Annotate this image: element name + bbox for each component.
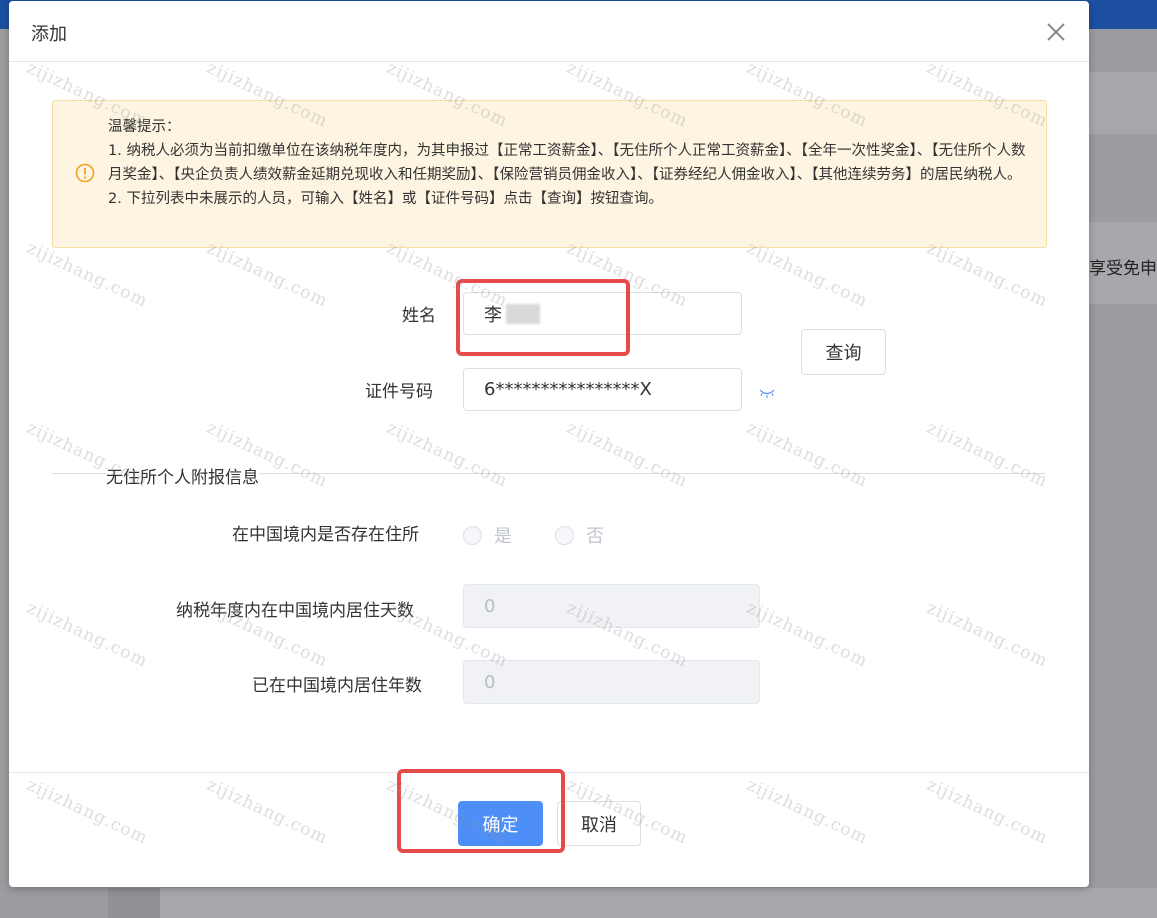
residence-option-no[interactable]: 否 (555, 522, 604, 548)
warning-circle-icon (75, 163, 95, 183)
tip-line-2: 2. 下拉列表中未展示的人员，可输入【姓名】或【证件号码】点击【查询】按钮查询。 (108, 191, 663, 207)
cancel-button[interactable]: 取消 (557, 801, 641, 846)
add-dialog: 添加 温馨提示： 1. 纳税人必须为当前扣缴单位在该纳税年度内，为其申报过【正常… (9, 1, 1089, 887)
id-number-label: 证件号码 (365, 382, 433, 402)
tip-box: 温馨提示： 1. 纳税人必须为当前扣缴单位在该纳税年度内，为其申报过【正常工资薪… (52, 100, 1047, 248)
background-row (1089, 72, 1157, 134)
tip-text: 温馨提示： 1. 纳税人必须为当前扣缴单位在该纳税年度内，为其申报过【正常工资薪… (108, 115, 1038, 211)
id-number-value: 6****************X (484, 379, 652, 400)
close-icon[interactable] (1045, 21, 1067, 43)
eye-closed-icon[interactable] (759, 384, 775, 398)
residence-option-yes[interactable]: 是 (463, 522, 512, 548)
section-title: 无住所个人附报信息 (106, 463, 259, 488)
residence-years-input[interactable]: 0 (463, 660, 760, 704)
residence-label: 在中国境内是否存在住所 (232, 525, 419, 545)
radio-label: 否 (586, 526, 604, 547)
confirm-highlight-box (397, 769, 565, 853)
radio-label: 是 (494, 526, 512, 547)
query-button[interactable]: 查询 (801, 329, 886, 375)
residence-days-label: 纳税年度内在中国境内居住天数 (176, 601, 414, 621)
residence-years-value: 0 (484, 671, 496, 693)
background-cut-text: 享受免申报 (1089, 259, 1157, 279)
background-strip (108, 888, 160, 918)
tip-line-1: 1. 纳税人必须为当前扣缴单位在该纳税年度内，为其申报过【正常工资薪金】、【无住… (108, 143, 1026, 183)
name-label: 姓名 (402, 306, 436, 326)
radio-circle (463, 525, 482, 545)
residence-days-input[interactable]: 0 (463, 584, 760, 628)
residence-years-label: 已在中国境内居住年数 (252, 676, 422, 696)
background-strip (160, 888, 1157, 918)
residence-days-value: 0 (484, 595, 496, 617)
radio-circle (555, 525, 574, 545)
tip-heading: 温馨提示： (108, 119, 181, 135)
dialog-title: 添加 (31, 24, 67, 45)
id-number-input[interactable]: 6****************X (463, 368, 742, 411)
header-divider (9, 61, 1089, 62)
name-highlight-box (456, 279, 630, 356)
